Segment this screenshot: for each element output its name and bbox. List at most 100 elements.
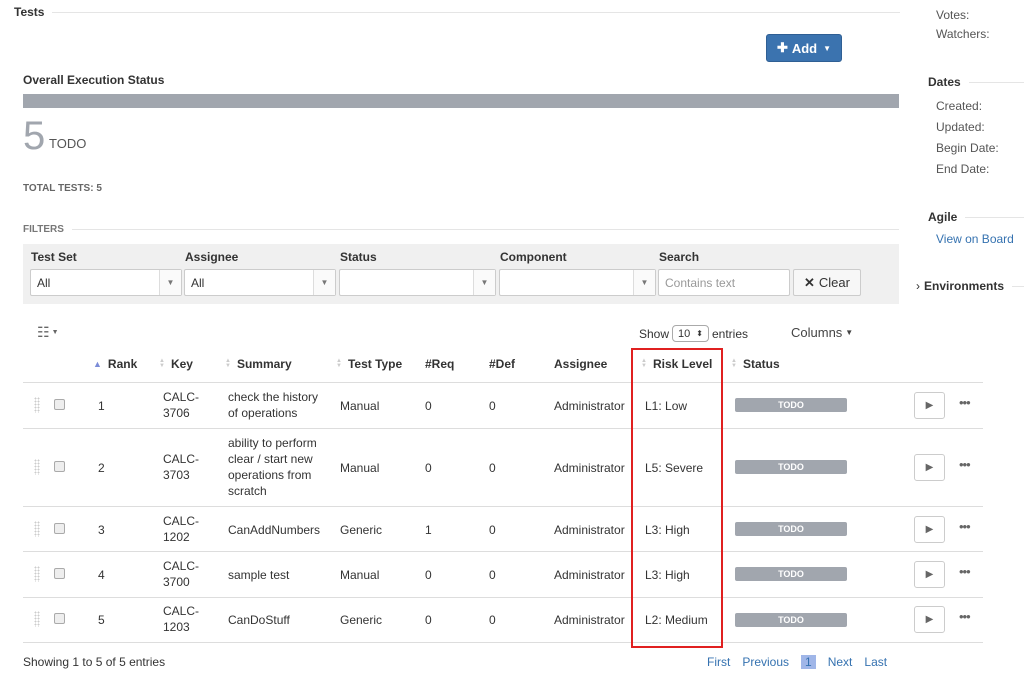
row-checkbox[interactable] bbox=[54, 523, 65, 534]
row-checkbox[interactable] bbox=[54, 613, 65, 624]
header-rank[interactable]: ▲ Rank bbox=[93, 357, 137, 371]
row-checkbox[interactable] bbox=[54, 399, 65, 410]
status-select[interactable]: ▼ bbox=[339, 269, 496, 296]
watchers-label: Watchers: bbox=[936, 27, 990, 41]
risk-level: L1: Low bbox=[645, 399, 688, 413]
divider bbox=[965, 216, 1024, 218]
divider bbox=[71, 229, 899, 230]
header-req: #Req bbox=[425, 357, 455, 371]
drag-handle-icon[interactable] bbox=[34, 459, 40, 475]
header-summary[interactable]: ▲ ▼ Summary bbox=[225, 357, 292, 371]
divider bbox=[52, 11, 900, 13]
execution-status-bar bbox=[23, 94, 899, 108]
def-count: 0 bbox=[489, 568, 496, 582]
total-tests: TOTAL TESTS: 5 bbox=[23, 183, 102, 194]
test-set-value: All bbox=[37, 275, 51, 290]
assignee-link[interactable]: Administrator bbox=[554, 612, 625, 628]
updated-label: Updated: bbox=[936, 120, 985, 134]
run-button[interactable]: ▶ bbox=[914, 561, 945, 588]
header-rank-label: Rank bbox=[107, 357, 138, 371]
run-button[interactable]: ▶ bbox=[914, 516, 945, 543]
test-type: Manual bbox=[340, 461, 380, 475]
play-icon: ▶ bbox=[925, 462, 934, 473]
environments-heading[interactable]: › Environments bbox=[916, 279, 1024, 293]
assignee-link[interactable]: Administrator bbox=[554, 460, 625, 476]
row-checkbox[interactable] bbox=[54, 461, 65, 472]
summary-link[interactable]: CanAddNumbers bbox=[228, 522, 320, 538]
component-select[interactable]: ▼ bbox=[499, 269, 656, 296]
end-date-label: End Date: bbox=[936, 162, 990, 176]
run-button[interactable]: ▶ bbox=[914, 392, 945, 419]
showing-entries: Showing 1 to 5 of 5 entries bbox=[23, 655, 166, 669]
key-link[interactable]: CALC- 3700 bbox=[163, 558, 199, 590]
drag-handle-icon[interactable] bbox=[34, 521, 40, 537]
more-actions-icon[interactable]: ••• bbox=[959, 609, 971, 624]
rank: 4 bbox=[98, 568, 105, 582]
assignee-link[interactable]: Administrator bbox=[554, 567, 625, 583]
drag-handle-icon[interactable] bbox=[34, 611, 40, 627]
risk-level: L5: Severe bbox=[645, 461, 704, 475]
chevron-down-icon: ▼ bbox=[473, 270, 495, 295]
pager-last[interactable]: Last bbox=[864, 655, 887, 669]
header-test-type[interactable]: ▲ ▼ Test Type bbox=[336, 357, 402, 371]
entries-select[interactable]: 10 ⬍ bbox=[672, 325, 709, 342]
assignee-link[interactable]: Administrator bbox=[554, 522, 625, 538]
clear-button-label: Clear bbox=[818, 275, 850, 290]
summary-link[interactable]: check the history of operations bbox=[228, 389, 318, 421]
header-risk-level[interactable]: ▲ ▼ Risk Level bbox=[641, 357, 712, 371]
test-type: Manual bbox=[340, 399, 380, 413]
pagination: First Previous 1 Next Last bbox=[707, 655, 887, 669]
row-checkbox[interactable] bbox=[54, 568, 65, 579]
def-count: 0 bbox=[489, 399, 496, 413]
summary-link[interactable]: ability to perform clear / start new opera… bbox=[228, 435, 317, 499]
header-def: #Def bbox=[489, 357, 516, 371]
clear-button[interactable]: ✕ Clear bbox=[793, 269, 861, 296]
req-count-link[interactable]: 1 bbox=[425, 522, 432, 538]
pager-next[interactable]: Next bbox=[828, 655, 853, 669]
key-link[interactable]: CALC- 1203 bbox=[163, 603, 199, 635]
divider bbox=[23, 597, 983, 598]
key-link[interactable]: CALC- 3703 bbox=[163, 451, 199, 483]
pager-previous[interactable]: Previous bbox=[742, 655, 789, 669]
bulk-actions-menu[interactable]: ☷ ▼ bbox=[37, 324, 59, 341]
votes-label: Votes: bbox=[936, 8, 970, 22]
run-button[interactable]: ▶ bbox=[914, 606, 945, 633]
sort-icon: ▲ ▼ bbox=[225, 358, 231, 369]
header-key-label: Key bbox=[170, 357, 193, 371]
run-button[interactable]: ▶ bbox=[914, 454, 945, 481]
key-link[interactable]: CALC- 3706 bbox=[163, 389, 199, 421]
header-key[interactable]: ▲ ▼ Key bbox=[159, 357, 193, 371]
begin-date-label: Begin Date: bbox=[936, 141, 999, 155]
rank: 2 bbox=[98, 461, 105, 475]
play-icon: ▶ bbox=[925, 614, 934, 625]
test-set-select[interactable]: All ▼ bbox=[30, 269, 182, 296]
assignee-select[interactable]: All ▼ bbox=[184, 269, 336, 296]
test-type: Generic bbox=[340, 523, 383, 537]
status-badge: TODO bbox=[735, 522, 847, 536]
more-actions-icon[interactable]: ••• bbox=[959, 564, 971, 579]
pager-current-page[interactable]: 1 bbox=[801, 655, 816, 669]
def-count: 0 bbox=[489, 523, 496, 537]
columns-button[interactable]: Columns ▼ bbox=[791, 325, 853, 340]
rank: 5 bbox=[98, 613, 105, 627]
add-button[interactable]: ✚ Add ▼ bbox=[766, 34, 842, 62]
status-badge: TODO bbox=[735, 460, 847, 474]
drag-handle-icon[interactable] bbox=[34, 397, 40, 413]
summary-link[interactable]: CanDoStuff bbox=[228, 612, 290, 628]
search-input[interactable] bbox=[658, 269, 790, 296]
summary-link[interactable]: sample test bbox=[228, 567, 289, 583]
key-link[interactable]: CALC- 1202 bbox=[163, 513, 199, 545]
def-count: 0 bbox=[489, 613, 496, 627]
more-actions-icon[interactable]: ••• bbox=[959, 395, 971, 410]
assignee-link[interactable]: Administrator bbox=[554, 398, 625, 414]
header-status[interactable]: ▲ ▼ Status bbox=[731, 357, 780, 371]
test-set-label: Test Set bbox=[31, 250, 77, 264]
environments-title: Environments bbox=[924, 279, 1005, 293]
chevron-right-icon: › bbox=[916, 279, 920, 293]
list-edit-icon: ☷ bbox=[37, 324, 50, 340]
pager-first[interactable]: First bbox=[707, 655, 730, 669]
more-actions-icon[interactable]: ••• bbox=[959, 519, 971, 534]
drag-handle-icon[interactable] bbox=[34, 566, 40, 582]
more-actions-icon[interactable]: ••• bbox=[959, 457, 971, 472]
view-on-board-link[interactable]: View on Board bbox=[936, 232, 1014, 246]
